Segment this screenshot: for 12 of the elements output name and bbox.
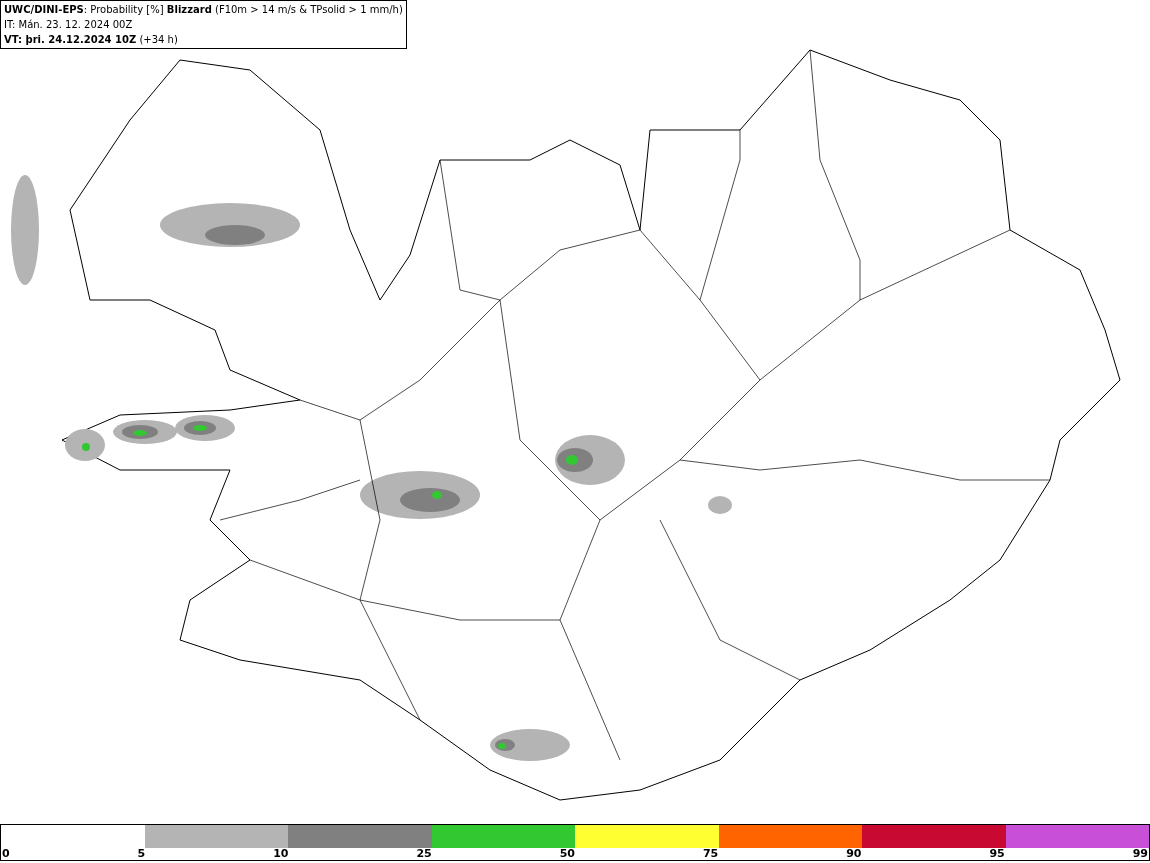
info-line: UWC/DINI-EPS: Probability [%] Blizzard (F10m > 14 m/s & TPsolid > 1 mm/h) — [4, 3, 403, 17]
scale-tick-label: 99 — [1132, 848, 1148, 860]
scale-tick-label: 5 — [137, 848, 146, 860]
scale-tick-label: 10 — [273, 848, 289, 860]
info-line: VT: þri. 24.12.2024 10Z (+34 h) — [4, 33, 178, 47]
scale-tick-label: 25 — [416, 848, 432, 860]
scale-tick-label: 50 — [559, 848, 575, 860]
scale-tick-label: 90 — [846, 848, 862, 860]
scale-tick-label: 95 — [989, 848, 1005, 860]
scale-tick-label: 75 — [702, 848, 719, 860]
scale-tick-label: 0 — [2, 848, 10, 860]
info-line: IT: Mán. 23. 12. 2024 00Z — [4, 18, 133, 32]
